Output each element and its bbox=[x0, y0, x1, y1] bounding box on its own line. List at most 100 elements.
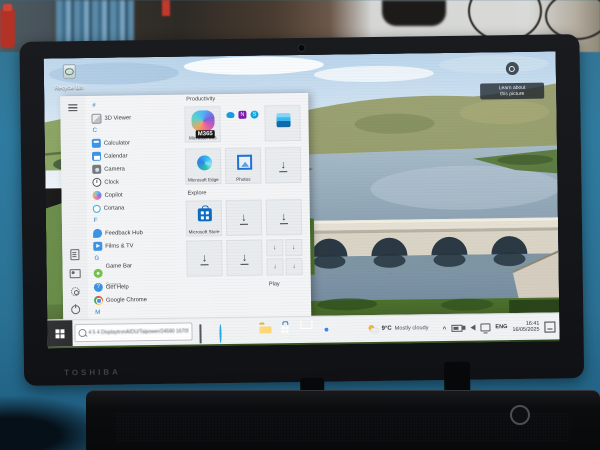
tile-downloading-1[interactable]: ↓ bbox=[265, 147, 301, 183]
tray-chevron-icon[interactable]: ^ bbox=[443, 325, 447, 332]
mail-button[interactable] bbox=[299, 323, 312, 336]
spotlight-camera-icon[interactable] bbox=[505, 62, 518, 75]
app-item-3d-viewer[interactable]: 3D Viewer bbox=[89, 111, 182, 125]
tile-mini-apps[interactable]: N S bbox=[224, 106, 260, 142]
app-item-films-tv[interactable]: Films & TV bbox=[91, 239, 184, 253]
tile-downloading-4[interactable]: ↓ bbox=[186, 240, 222, 276]
app-label: Get Help bbox=[106, 284, 129, 290]
tile-downloading-2[interactable]: ↓ bbox=[226, 200, 262, 236]
group-header-explore[interactable]: Explore bbox=[188, 190, 207, 196]
action-center-icon[interactable] bbox=[544, 321, 555, 332]
app-item-feedback-hub[interactable]: Feedback Hub bbox=[91, 226, 184, 240]
weather-widget[interactable]: 9°C Mostly cloudy bbox=[365, 324, 433, 333]
app-label: Clock bbox=[104, 179, 119, 185]
tile-downloading-5[interactable]: ↓ bbox=[226, 240, 262, 276]
clock-icon bbox=[92, 178, 101, 187]
network-icon[interactable] bbox=[480, 323, 490, 331]
start-button[interactable] bbox=[47, 320, 72, 346]
documents-icon[interactable] bbox=[70, 249, 79, 260]
download-icon: ↓ bbox=[279, 159, 287, 172]
copilot-icon bbox=[93, 191, 102, 200]
start-menu: # 3D Viewer C Calculator Calendar Camera… bbox=[60, 93, 311, 320]
tile-downloading-3[interactable]: ↓ bbox=[266, 199, 302, 235]
language-indicator[interactable]: ENG bbox=[495, 324, 507, 330]
skype-icon[interactable]: S bbox=[250, 111, 258, 119]
small-tile-grid: ↓ ↓ ↓ ↓ bbox=[266, 239, 302, 275]
small-tile-downloading[interactable]: ↓ bbox=[266, 258, 283, 275]
app-item-clock[interactable]: Clock bbox=[90, 175, 183, 189]
feedback-hub-icon bbox=[93, 229, 102, 238]
app-label: 3D Viewer bbox=[104, 115, 131, 121]
app-label: Films & TV bbox=[105, 243, 133, 249]
app-item-google-chrome[interactable]: Google Chrome bbox=[92, 293, 185, 307]
tile-microsoft-store[interactable]: Microsoft Store bbox=[186, 200, 222, 236]
spotlight-line2: this picture bbox=[482, 91, 542, 98]
group-header-play[interactable]: Play bbox=[269, 281, 280, 287]
windows-logo-icon bbox=[55, 329, 64, 338]
recycle-bin-icon bbox=[62, 64, 75, 79]
app-item-cortana[interactable]: Cortana bbox=[91, 201, 184, 215]
weather-condition: Mostly cloudy bbox=[395, 325, 429, 331]
tile-label: Microsoft Store bbox=[188, 229, 220, 234]
power-button-hardware bbox=[510, 405, 530, 425]
game-bar-icon bbox=[94, 268, 103, 277]
file-explorer-button[interactable] bbox=[259, 324, 272, 337]
microsoft-365-icon bbox=[191, 110, 214, 131]
volume-icon[interactable] bbox=[470, 325, 475, 331]
small-tile-downloading[interactable]: ↓ bbox=[285, 258, 302, 275]
spotlight-widget[interactable]: Learn about this picture bbox=[480, 62, 545, 100]
app-label: Camera bbox=[104, 166, 125, 172]
app-label: Calendar bbox=[104, 153, 128, 159]
recycle-bin-label: Recycle Bin bbox=[52, 85, 86, 91]
chrome-button[interactable] bbox=[319, 323, 332, 336]
battery-icon[interactable] bbox=[451, 324, 462, 331]
tile-microsoft-365[interactable]: Microsoft 365 M365 bbox=[184, 106, 220, 142]
app-label: Copilot bbox=[105, 192, 123, 198]
rail-bottom-icons bbox=[62, 249, 88, 314]
tile-outlook[interactable] bbox=[264, 105, 300, 141]
small-tile-downloading[interactable]: ↓ bbox=[285, 239, 302, 256]
search-icon bbox=[78, 329, 86, 337]
store-icon bbox=[198, 208, 212, 221]
calendar-icon bbox=[92, 152, 101, 161]
app-item-copilot[interactable]: Copilot bbox=[90, 188, 183, 202]
hamburger-icon[interactable] bbox=[68, 104, 77, 111]
mini-icons: N S bbox=[225, 107, 259, 119]
system-tray: ^ ENG 16:41 16/05/2025 bbox=[442, 320, 555, 334]
camera-icon bbox=[92, 165, 101, 174]
laptop-base bbox=[86, 390, 600, 450]
small-tile-downloading[interactable]: ↓ bbox=[266, 239, 283, 256]
app-item-camera[interactable]: Camera bbox=[90, 162, 183, 176]
power-icon[interactable] bbox=[71, 305, 80, 314]
onedrive-icon[interactable] bbox=[226, 112, 234, 118]
task-view-icon bbox=[199, 324, 201, 343]
store-button[interactable] bbox=[279, 324, 292, 337]
onenote-icon[interactable]: N bbox=[238, 111, 246, 119]
download-icon: ↓ bbox=[240, 211, 248, 224]
tile-label: Photos bbox=[227, 176, 259, 181]
edge-button[interactable] bbox=[239, 324, 252, 337]
recycle-bin[interactable]: Recycle Bin bbox=[52, 64, 86, 91]
app-label: Game Bar bbox=[106, 263, 133, 269]
taskbar-search-box[interactable]: 4 5 4 DisplaytronAIDU/Taipower/24590 167… bbox=[74, 323, 192, 343]
settings-icon[interactable] bbox=[71, 287, 80, 296]
tile-area: Productivity Microsoft 365 M365 N S bbox=[182, 93, 311, 319]
photo-scene: Recycle Bin Learn about this picture bbox=[0, 0, 600, 450]
task-view-button[interactable] bbox=[199, 325, 212, 338]
cortana-button[interactable] bbox=[219, 324, 232, 337]
search-text: 4 5 4 DisplaytronAIDU/Taipower/24590 167… bbox=[88, 329, 188, 336]
app-item-calculator[interactable]: Calculator bbox=[90, 136, 183, 150]
app-label: Calculator bbox=[104, 140, 130, 146]
cortana-icon bbox=[93, 204, 101, 212]
tile-photos[interactable]: Photos bbox=[225, 148, 261, 184]
webcam bbox=[297, 44, 305, 52]
group-header-productivity[interactable]: Productivity bbox=[186, 96, 215, 102]
speaker-grille bbox=[116, 413, 570, 443]
download-icon: ↓ bbox=[241, 251, 249, 264]
calculator-icon bbox=[92, 139, 101, 148]
pictures-icon[interactable] bbox=[70, 269, 81, 278]
tray-clock[interactable]: 16:41 16/05/2025 bbox=[512, 320, 539, 333]
tile-microsoft-edge[interactable]: Microsoft Edge bbox=[185, 148, 221, 184]
app-item-calendar[interactable]: Calendar bbox=[90, 149, 183, 163]
app-item-game-bar[interactable]: Game BarSystem bbox=[92, 264, 185, 281]
